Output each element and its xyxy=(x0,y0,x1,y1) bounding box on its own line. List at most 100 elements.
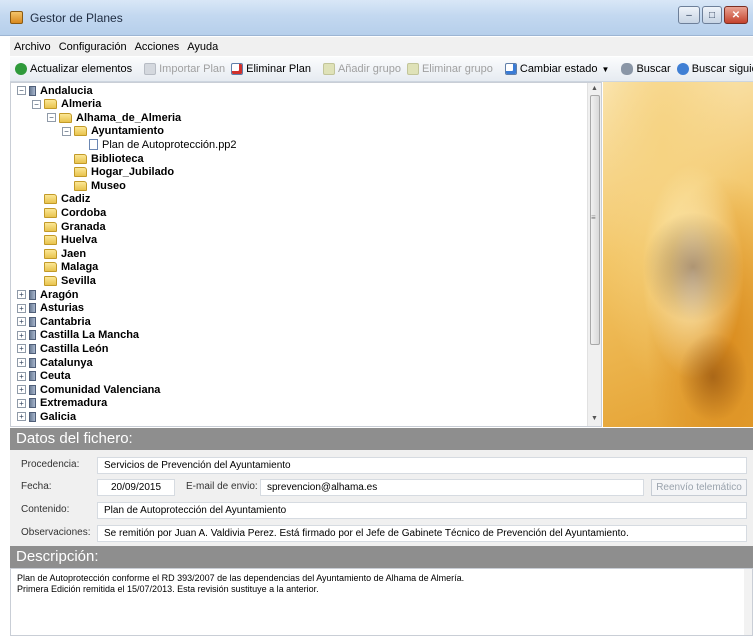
change-state-button[interactable]: Cambiar estado ▼ xyxy=(502,63,613,75)
tree-node-label: Granada xyxy=(61,220,106,233)
expand-icon[interactable]: + xyxy=(17,303,26,313)
folder-icon xyxy=(74,180,87,191)
tree-node[interactable]: + Castilla León xyxy=(17,342,108,355)
tree-node[interactable]: Plan de Autoprotección.pp2 xyxy=(77,138,237,151)
search-next-button[interactable]: Buscar siguiente xyxy=(674,63,753,75)
import-plan-button[interactable]: Importar Plan xyxy=(141,63,228,75)
tree-node[interactable]: Hogar_Jubilado xyxy=(62,166,174,179)
tree-node[interactable]: Jaen xyxy=(32,247,86,260)
tree-node[interactable]: + Comunidad Valenciana xyxy=(17,383,160,396)
tree-node-label: Ayuntamiento xyxy=(91,125,164,138)
scroll-down-icon[interactable]: ▼ xyxy=(591,415,598,422)
add-group-icon xyxy=(322,63,335,75)
tree-node-label: Ceuta xyxy=(40,370,71,383)
tree-node[interactable]: − Alhama_de_Almeria xyxy=(47,111,181,124)
collapse-icon[interactable]: − xyxy=(32,99,41,109)
tree-node-label: Andalucia xyxy=(40,84,93,97)
menu-configuracion[interactable]: Configuración xyxy=(55,41,131,53)
tree-node[interactable]: + Extremadura xyxy=(17,397,107,410)
add-group-button[interactable]: Añadir grupo xyxy=(320,63,404,75)
folder-icon xyxy=(44,248,57,259)
fecha-label: Fecha: xyxy=(21,481,52,492)
menu-archivo[interactable]: Archivo xyxy=(10,41,55,53)
tree-node[interactable]: + Aragón xyxy=(17,288,79,301)
tree-node[interactable]: Malaga xyxy=(32,261,98,274)
tree-node-label: Extremadura xyxy=(40,397,108,410)
minimize-button[interactable]: – xyxy=(678,6,700,24)
expand-icon[interactable]: + xyxy=(17,371,26,381)
book-icon xyxy=(29,303,36,314)
tree-node[interactable]: − Ayuntamiento xyxy=(62,125,164,138)
tree-node-label: Almeria xyxy=(61,98,102,111)
decorative-photo xyxy=(603,82,753,427)
tree-node[interactable]: − Almeria xyxy=(32,98,101,111)
description-text[interactable]: Plan de Autoprotección conforme el RD 39… xyxy=(10,568,753,636)
book-icon xyxy=(29,330,36,341)
procedencia-field[interactable]: Servicios de Prevención del Ayuntamiento xyxy=(97,457,747,474)
search-next-label: Buscar siguiente xyxy=(691,63,753,75)
delete-plan-button[interactable]: Eliminar Plan xyxy=(228,63,314,75)
menu-acciones[interactable]: Acciones xyxy=(131,41,184,53)
contenido-field[interactable]: Plan de Autoprotección del Ayuntamiento xyxy=(97,502,747,519)
plans-tree[interactable]: ▲ ≡ ▼ − Andalucia − Almeria − Alhama_de_Almer… xyxy=(10,82,602,427)
expand-icon[interactable]: + xyxy=(17,317,26,327)
collapse-icon[interactable]: − xyxy=(62,126,71,136)
search-button[interactable]: Buscar xyxy=(618,63,673,75)
expand-icon[interactable]: + xyxy=(17,385,26,395)
delete-group-button[interactable]: Eliminar grupo xyxy=(404,63,496,75)
resend-button[interactable]: Reenvío telemático xyxy=(651,479,747,496)
expand-icon[interactable]: + xyxy=(17,344,26,354)
chevron-down-icon: ▼ xyxy=(601,64,610,74)
tree-node[interactable]: + Asturias xyxy=(17,302,84,315)
tree-node[interactable]: Cadiz xyxy=(32,193,90,206)
maximize-button[interactable]: □ xyxy=(702,6,722,24)
tree-node[interactable]: + Galicia xyxy=(17,410,76,423)
search-label: Buscar xyxy=(636,63,671,75)
collapse-icon[interactable]: − xyxy=(17,86,26,95)
expand-icon[interactable]: + xyxy=(17,398,26,408)
delete-plan-icon xyxy=(231,63,244,75)
close-button[interactable]: ✕ xyxy=(724,6,748,24)
tree-node-label: Museo xyxy=(91,179,126,192)
scroll-up-icon[interactable]: ▲ xyxy=(591,85,598,92)
refresh-label: Actualizar elementos xyxy=(30,63,133,75)
expand-icon[interactable]: + xyxy=(17,290,26,299)
tree-scrollbar[interactable]: ▲ ≡ ▼ xyxy=(587,83,601,426)
tree-node[interactable]: Sevilla xyxy=(32,274,96,287)
file-data-header: Datos del fichero: xyxy=(10,428,753,450)
description-scrollbar[interactable] xyxy=(744,569,752,635)
menu-bar: Archivo Configuración Acciones Ayuda xyxy=(10,37,753,56)
file-data-panel: Procedencia: Servicios de Prevención del… xyxy=(10,450,753,546)
tree-node[interactable]: + Ceuta xyxy=(17,370,71,383)
book-icon xyxy=(29,371,36,382)
import-plan-label: Importar Plan xyxy=(159,63,226,75)
fecha-field[interactable]: 20/09/2015 xyxy=(97,479,175,496)
tree-node-label: Huelva xyxy=(61,234,98,247)
tree-node-label: Catalunya xyxy=(40,356,93,369)
email-field[interactable]: sprevencion@alhama.es xyxy=(260,479,644,496)
tree-node[interactable]: + Cantabria xyxy=(17,315,91,328)
tree-node[interactable]: − Andalucia xyxy=(17,84,93,97)
email-label: E-mail de envio: xyxy=(186,481,258,492)
tree-node[interactable]: Museo xyxy=(62,179,126,192)
folder-icon xyxy=(44,262,57,273)
tree-node[interactable]: + Castilla La Mancha xyxy=(17,329,139,342)
expand-icon[interactable]: + xyxy=(17,330,26,340)
book-icon xyxy=(29,316,36,327)
tree-node[interactable]: + Catalunya xyxy=(17,356,93,369)
collapse-icon[interactable]: − xyxy=(47,113,56,123)
folder-icon xyxy=(44,207,57,218)
tree-node[interactable]: Biblioteca xyxy=(62,152,144,165)
refresh-button[interactable]: Actualizar elementos xyxy=(12,63,135,75)
tree-node[interactable]: Granada xyxy=(32,220,106,233)
book-icon xyxy=(29,289,36,300)
tree-node[interactable]: Cordoba xyxy=(32,206,106,219)
observaciones-field[interactable]: Se remitión por Juan A. Valdivia Perez. … xyxy=(97,525,747,542)
tree-node-label: Plan de Autoprotección.pp2 xyxy=(102,138,237,151)
expand-icon[interactable]: + xyxy=(17,358,26,367)
tree-node-label: Castilla León xyxy=(40,342,109,355)
tree-node-label: Biblioteca xyxy=(91,152,144,165)
tree-node[interactable]: Huelva xyxy=(32,234,97,247)
expand-icon[interactable]: + xyxy=(17,412,26,422)
menu-ayuda[interactable]: Ayuda xyxy=(183,41,222,53)
